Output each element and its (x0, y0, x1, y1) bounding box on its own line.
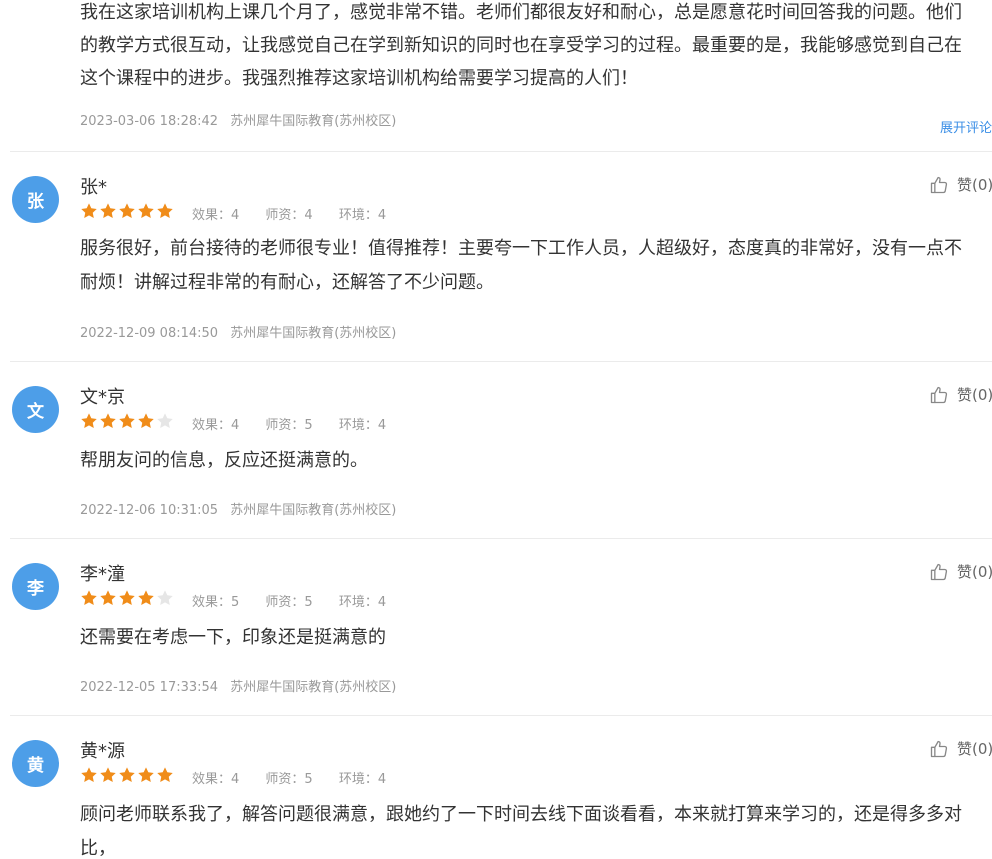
divider (10, 151, 992, 152)
review-meta: 2022-12-05 17:33:54 苏州犀牛国际教育(苏州校区) (80, 676, 396, 695)
review-text-line: 的教学方式很互动，让我感觉自己在学到新知识的同时也在享受学习的过程。最重要的是，… (80, 35, 962, 56)
like-count: 赞(0) (957, 563, 992, 581)
review-text-line: 服务很好，前台接待的老师很专业！值得推荐！主要夸一下工作人员，人超级好，态度真的… (80, 238, 962, 259)
like-count: 赞(0) (957, 176, 992, 194)
star-rating (80, 412, 174, 430)
environment-score: 环境：4 (338, 418, 387, 433)
star-icon (137, 202, 155, 220)
star-icon (80, 589, 98, 607)
environment-score: 环境：4 (338, 208, 387, 223)
review-meta: 2023-03-06 18:28:42 苏州犀牛国际教育(苏州校区) (80, 110, 396, 129)
thumbs-up-icon (929, 739, 949, 759)
star-icon (156, 202, 174, 220)
star-icon (80, 412, 98, 430)
review-text-line: 顾问老师联系我了，解答问题很满意，跟她约了一下时间去线下面谈看看，本来就打算来学… (80, 804, 962, 825)
star-icon (118, 412, 136, 430)
environment-score: 环境：4 (338, 772, 387, 787)
star-icon (118, 589, 136, 607)
like-count: 赞(0) (957, 740, 992, 758)
like-button[interactable]: 赞(0) (929, 174, 992, 195)
like-count: 赞(0) (957, 386, 992, 404)
review-text-line: 帮朋友问的信息，反应还挺满意的。 (80, 450, 368, 471)
divider (10, 715, 992, 716)
teacher-score: 师资：4 (265, 208, 313, 223)
star-icon (137, 589, 155, 607)
review-text-line: 耐烦！讲解过程非常的有耐心，还解答了不少问题。 (80, 272, 494, 293)
review-time: 2022-12-09 08:14:50 (80, 326, 219, 341)
review-school: 苏州犀牛国际教育(苏州校区) (230, 114, 397, 129)
star-icon (99, 412, 117, 430)
score-breakdown: 效果：4 师资：5 环境：4 (192, 414, 408, 433)
teacher-score: 师资：5 (265, 595, 313, 610)
star-icon (99, 589, 117, 607)
reviewer-name: 李*潼 (80, 564, 125, 585)
teacher-score: 师资：5 (265, 418, 313, 433)
review-school: 苏州犀牛国际教育(苏州校区) (230, 680, 397, 695)
review-text-line: 还需要在考虑一下，印象还是挺满意的 (80, 627, 386, 648)
review-meta: 2022-12-06 10:31:05 苏州犀牛国际教育(苏州校区) (80, 499, 396, 518)
score-breakdown: 效果：4 师资：5 环境：4 (192, 768, 408, 787)
like-button[interactable]: 赞(0) (929, 738, 992, 759)
thumbs-up-icon (929, 562, 949, 582)
review-time: 2022-12-06 10:31:05 (80, 503, 219, 518)
star-icon (137, 412, 155, 430)
divider (10, 538, 992, 539)
review-text-line: 我在这家培训机构上课几个月了，感觉非常不错。老师们都很友好和耐心，总是愿意花时间… (80, 2, 962, 23)
avatar: 文 (12, 386, 59, 433)
thumbs-up-icon (929, 175, 949, 195)
review-school: 苏州犀牛国际教育(苏州校区) (230, 503, 397, 518)
reviewer-name: 黄*源 (80, 741, 125, 762)
review-time: 2023-03-06 18:28:42 (80, 114, 219, 129)
effect-score: 效果：4 (192, 208, 240, 223)
review-text: 服务很好，前台接待的老师很专业！值得推荐！主要夸一下工作人员，人超级好，态度真的… (80, 232, 992, 300)
environment-score: 环境：4 (338, 595, 387, 610)
star-icon (80, 202, 98, 220)
expand-review-link[interactable]: 展开评论 (940, 117, 992, 136)
review-text: 帮朋友问的信息，反应还挺满意的。 (80, 444, 992, 478)
effect-score: 效果：5 (192, 595, 240, 610)
divider (10, 361, 992, 362)
star-icon (99, 766, 117, 784)
like-button[interactable]: 赞(0) (929, 384, 992, 405)
star-rating (80, 589, 174, 607)
score-breakdown: 效果：5 师资：5 环境：4 (192, 591, 408, 610)
star-icon (99, 202, 117, 220)
score-breakdown: 效果：4 师资：4 环境：4 (192, 204, 408, 223)
like-button[interactable]: 赞(0) (929, 561, 992, 582)
review-text: 还需要在考虑一下，印象还是挺满意的 (80, 621, 992, 655)
review-text: 顾问老师联系我了，解答问题很满意，跟她约了一下时间去线下面谈看看，本来就打算来学… (80, 798, 992, 859)
reviewer-name: 文*京 (80, 387, 125, 408)
star-icon (156, 589, 174, 607)
avatar: 张 (12, 176, 59, 223)
star-icon (80, 766, 98, 784)
star-rating (80, 766, 174, 784)
avatar: 李 (12, 563, 59, 610)
star-icon (118, 202, 136, 220)
review-list: 我在这家培训机构上课几个月了，感觉非常不错。老师们都很友好和耐心，总是愿意花时间… (0, 0, 992, 859)
effect-score: 效果：4 (192, 418, 240, 433)
review-text-line: 比， (80, 838, 116, 859)
review-time: 2022-12-05 17:33:54 (80, 680, 219, 695)
star-icon (156, 766, 174, 784)
review-text-line: 这个课程中的进步。我强烈推荐这家培训机构给需要学习提高的人们！ (80, 68, 638, 89)
star-rating (80, 202, 174, 220)
review-text: 我在这家培训机构上课几个月了，感觉非常不错。老师们都很友好和耐心，总是愿意花时间… (80, 0, 992, 95)
star-icon (118, 766, 136, 784)
effect-score: 效果：4 (192, 772, 240, 787)
reviewer-name: 张* (80, 177, 107, 198)
avatar: 黄 (12, 740, 59, 787)
thumbs-up-icon (929, 385, 949, 405)
review-meta: 2022-12-09 08:14:50 苏州犀牛国际教育(苏州校区) (80, 322, 396, 341)
star-icon (156, 412, 174, 430)
star-icon (137, 766, 155, 784)
teacher-score: 师资：5 (265, 772, 313, 787)
review-school: 苏州犀牛国际教育(苏州校区) (230, 326, 397, 341)
